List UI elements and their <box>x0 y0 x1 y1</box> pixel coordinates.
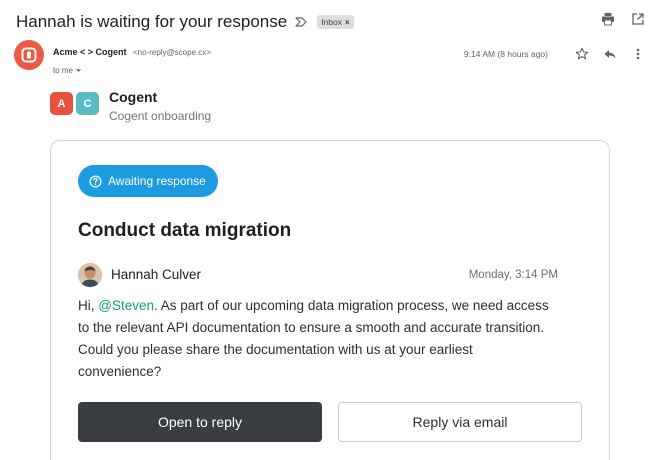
comment-timestamp: Monday, 3:14 PM <box>468 269 558 281</box>
email-timestamp: 9:14 AM (8 hours ago) <box>463 49 548 59</box>
star-icon[interactable] <box>574 46 590 62</box>
author-avatar <box>78 263 102 287</box>
status-badge: Awaiting response <box>78 165 218 197</box>
sender-info: Acme < > Cogent <no-reply@scope.cx> to m… <box>53 42 211 78</box>
author-name: Hannah Culver <box>111 267 202 282</box>
brand-name: Cogent <box>109 89 158 105</box>
status-text: Awaiting response <box>108 174 206 188</box>
inbox-label: Inbox × <box>317 15 354 29</box>
email-subject: Hannah is waiting for your response <box>16 12 288 31</box>
recipient-text: to me <box>53 66 74 75</box>
comment-body: Hi, @Steven. As part of our upcoming dat… <box>78 295 558 383</box>
open-to-reply-button[interactable]: Open to reply <box>78 402 322 442</box>
important-icon[interactable] <box>295 16 307 28</box>
more-vertical-icon[interactable] <box>630 46 646 62</box>
comment-greeting: Hi, <box>78 298 99 313</box>
reply-via-email-button[interactable]: Reply via email <box>338 402 582 442</box>
sender-row: Acme < > Cogent <no-reply@scope.cx> to m… <box>14 40 646 75</box>
open-in-new-window-icon[interactable] <box>630 11 646 27</box>
task-card: Awaiting response Conduct data migration… <box>50 140 610 460</box>
inbox-label-text: Inbox <box>321 17 342 27</box>
sender-email: <no-reply@scope.cx> <box>132 48 211 57</box>
brand-subtitle: Cogent onboarding <box>109 109 212 123</box>
brand-logo-c: C <box>76 92 99 115</box>
task-title: Conduct data migration <box>78 220 292 241</box>
remove-label-icon[interactable]: × <box>345 18 350 27</box>
reply-icon[interactable] <box>602 46 618 62</box>
chevron-down-icon <box>75 69 82 72</box>
print-icon[interactable] <box>600 11 616 27</box>
subject-row: Hannah is waiting for your response Inbo… <box>16 11 646 33</box>
sender-name: Acme < > Cogent <box>53 47 127 57</box>
sender-meta: 9:14 AM (8 hours ago) <box>464 46 646 62</box>
app-logo-icon <box>21 47 37 63</box>
help-circle-icon <box>89 174 102 188</box>
top-actions <box>600 11 646 27</box>
recipient-details[interactable]: to me <box>53 66 82 75</box>
sender-avatar[interactable] <box>14 40 44 70</box>
brand-logo-a: A <box>50 92 73 115</box>
user-mention[interactable]: @Steven <box>98 298 154 313</box>
